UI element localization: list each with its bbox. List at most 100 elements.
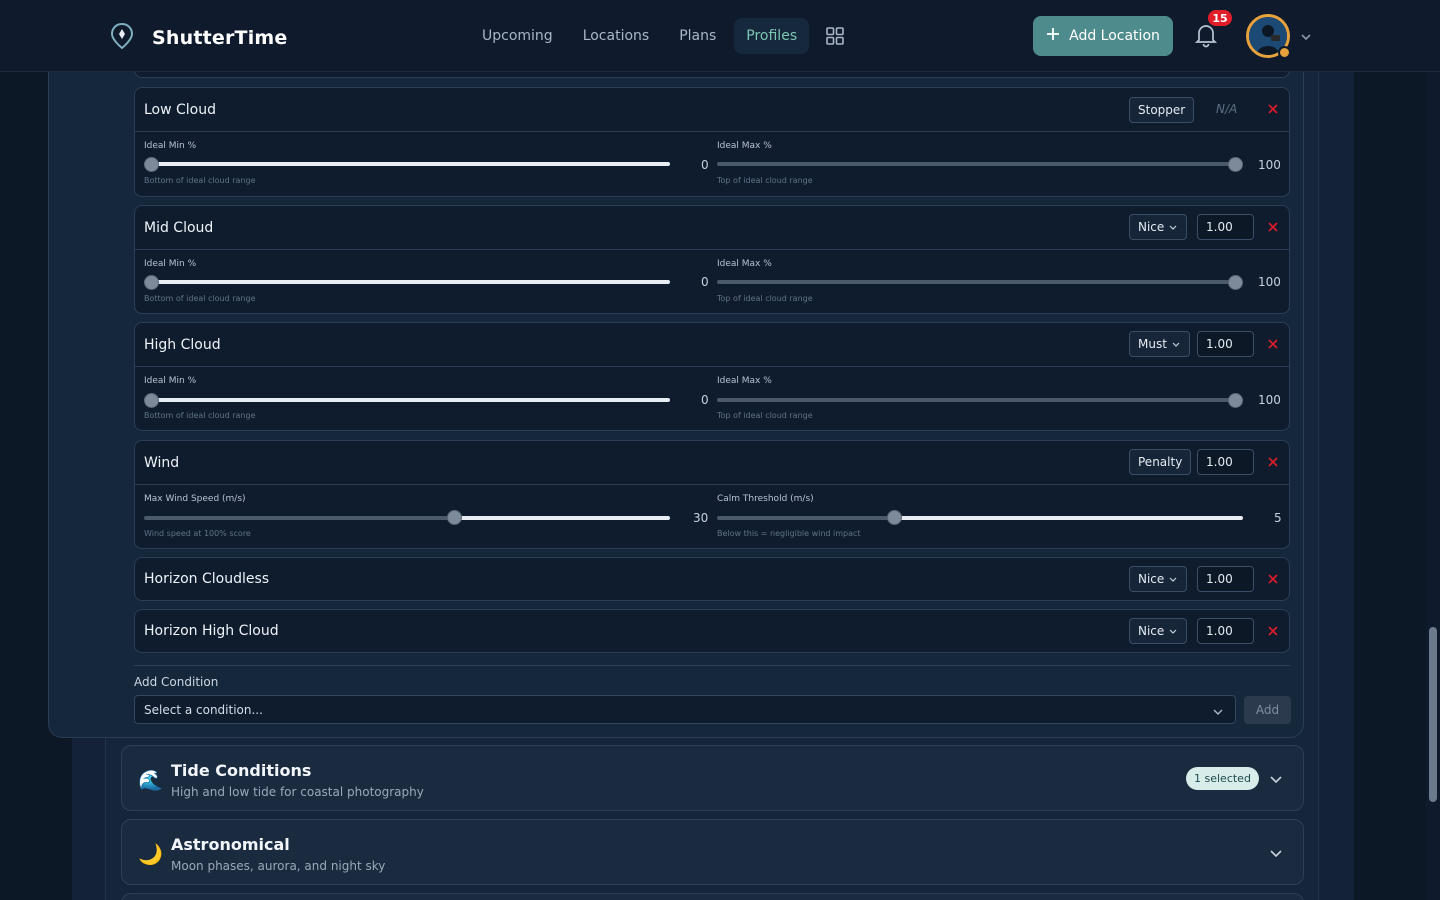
min-hint: Bottom of ideal cloud range — [144, 294, 256, 303]
nav-plans[interactable]: Plans — [667, 18, 728, 54]
selected-count-badge: 1 selected — [1186, 767, 1259, 790]
mode-value: Nice — [1138, 572, 1165, 586]
min-value: 0 — [701, 158, 709, 172]
remove-condition-close-icon[interactable] — [1265, 623, 1281, 639]
mode-value: Penalty — [1138, 455, 1183, 469]
mode-value: Nice — [1138, 220, 1165, 234]
chevron-down-icon — [1169, 629, 1177, 634]
max-label: Ideal Max % — [717, 141, 772, 151]
max-label: Ideal Max % — [717, 376, 772, 386]
section-astronomical[interactable]: 🌙 Astronomical Moon phases, aurora, and … — [121, 819, 1304, 885]
condition-select[interactable]: Select a condition... — [134, 695, 1236, 724]
calm-hint: Below this = negligible wind impact — [717, 529, 861, 538]
mode-value: Nice — [1138, 624, 1165, 638]
app-name: ShutterTime — [152, 27, 288, 49]
brand[interactable]: ShutterTime — [110, 22, 288, 54]
chevron-down-icon[interactable] — [1268, 845, 1284, 865]
min-slider-track[interactable] — [144, 162, 670, 166]
max-slider-track[interactable] — [717, 398, 1243, 402]
condition-card-low-cloud: Low Cloud Stopper N/A Ideal Min % 0 Bott… — [134, 87, 1290, 197]
nav-locations[interactable]: Locations — [571, 18, 662, 54]
section-tide-conditions[interactable]: 🌊 Tide Conditions High and low tide for … — [121, 745, 1304, 811]
add-location-button[interactable]: Add Location — [1033, 16, 1173, 56]
nav-profiles[interactable]: Profiles — [734, 18, 810, 54]
calm-slider-track-empty[interactable] — [717, 516, 895, 520]
add-condition-button[interactable]: Add — [1244, 696, 1291, 724]
condition-title: Horizon High Cloud — [144, 623, 279, 639]
bell-icon[interactable] — [1194, 22, 1220, 50]
weight-input[interactable]: 1.00 — [1197, 618, 1254, 644]
wave-icon: 🌊 — [138, 768, 163, 792]
max-label: Ideal Max % — [717, 259, 772, 269]
section-subtitle: Moon phases, aurora, and night sky — [171, 859, 386, 873]
max-slider-thumb[interactable] — [1228, 275, 1243, 290]
mode-select[interactable]: Must — [1129, 331, 1190, 357]
mode-select[interactable]: Nice — [1129, 566, 1188, 592]
max-wind-label: Max Wind Speed (m/s) — [144, 494, 246, 504]
notification-count-badge: 15 — [1208, 10, 1232, 26]
max-wind-slider-track-filled[interactable] — [456, 516, 670, 520]
calm-slider-thumb[interactable] — [887, 510, 902, 525]
add-condition-label: Add Condition — [134, 675, 219, 689]
condition-title: Horizon Cloudless — [144, 571, 270, 587]
right-gutter — [1354, 72, 1426, 900]
mode-select[interactable]: Nice — [1129, 214, 1188, 240]
max-wind-slider-thumb[interactable] — [447, 510, 462, 525]
remove-condition-close-icon[interactable] — [1265, 336, 1281, 352]
max-value: 100 — [1258, 393, 1281, 407]
plus-icon — [1046, 27, 1060, 45]
max-wind-slider-track-empty[interactable] — [144, 516, 456, 520]
calm-slider-track-filled[interactable] — [895, 516, 1243, 520]
remove-condition-close-icon[interactable] — [1265, 219, 1281, 235]
max-slider-thumb[interactable] — [1228, 157, 1243, 172]
weight-na: N/A — [1216, 102, 1238, 116]
mode-select[interactable]: Penalty — [1129, 449, 1192, 475]
divider — [134, 665, 1290, 666]
condition-card-horizon-cloudless: Horizon Cloudless Nice 1.00 — [134, 557, 1290, 601]
weight-input[interactable]: 1.00 — [1197, 214, 1254, 240]
min-label: Ideal Min % — [144, 259, 197, 269]
min-slider-track[interactable] — [144, 398, 670, 402]
nav-upcoming[interactable]: Upcoming — [470, 18, 565, 54]
chevron-down-icon[interactable] — [1299, 29, 1313, 48]
section-subtitle: High and low tide for coastal photograph… — [171, 785, 424, 799]
condition-card-mid-cloud: Mid Cloud Nice 1.00 Ideal Min % 0 Bottom… — [134, 205, 1290, 314]
max-slider-track[interactable] — [717, 280, 1243, 284]
remove-condition-close-icon[interactable] — [1265, 101, 1281, 117]
calm-value: 5 — [1274, 511, 1282, 525]
calm-threshold-label: Calm Threshold (m/s) — [717, 494, 814, 504]
next-section-peek — [121, 893, 1304, 900]
max-wind-value: 30 — [693, 511, 709, 525]
apps-grid-icon[interactable] — [817, 18, 853, 54]
chevron-down-icon[interactable] — [1268, 771, 1284, 791]
condition-title: Wind — [144, 454, 180, 471]
weight-input[interactable]: 1.00 — [1197, 331, 1254, 357]
max-slider-track[interactable] — [717, 162, 1243, 166]
remove-condition-close-icon[interactable] — [1265, 454, 1281, 470]
section-title: Astronomical — [171, 835, 290, 854]
min-slider-thumb[interactable] — [144, 393, 159, 408]
max-hint: Top of ideal cloud range — [717, 411, 813, 420]
weight-input[interactable]: 1.00 — [1197, 566, 1254, 592]
min-slider-thumb[interactable] — [144, 157, 159, 172]
min-value: 0 — [701, 393, 709, 407]
chevron-down-icon — [1169, 225, 1177, 230]
max-value: 100 — [1258, 158, 1281, 172]
condition-card-horizon-high-cloud: Horizon High Cloud Nice 1.00 — [134, 609, 1290, 653]
min-slider-track[interactable] — [144, 280, 670, 284]
chevron-down-icon — [1169, 577, 1177, 582]
max-slider-thumb[interactable] — [1228, 393, 1243, 408]
scrollbar-thumb[interactable] — [1429, 627, 1437, 802]
max-hint: Top of ideal cloud range — [717, 294, 813, 303]
avatar-status-dot — [1278, 46, 1291, 59]
weight-input[interactable]: 1.00 — [1197, 449, 1254, 475]
mode-select[interactable]: Nice — [1129, 618, 1188, 644]
location-pin-logo-icon — [110, 22, 134, 54]
chevron-down-icon[interactable] — [1212, 703, 1224, 722]
mode-value: Stopper — [1138, 103, 1186, 117]
condition-title: High Cloud — [144, 336, 221, 353]
min-slider-thumb[interactable] — [144, 275, 159, 290]
remove-condition-close-icon[interactable] — [1265, 571, 1281, 587]
mode-value: Must — [1138, 337, 1167, 351]
mode-select[interactable]: Stopper — [1129, 97, 1195, 123]
